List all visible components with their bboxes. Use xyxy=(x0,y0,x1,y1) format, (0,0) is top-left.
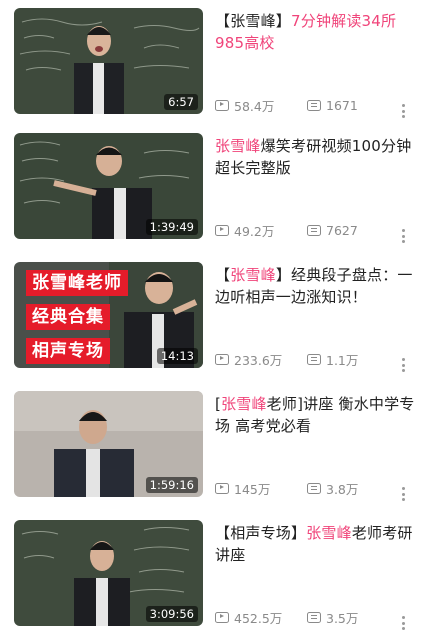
view-count: 233.6万 xyxy=(234,352,283,368)
video-duration: 6:57 xyxy=(164,94,198,110)
more-vertical-icon[interactable] xyxy=(398,229,408,247)
video-meta: 58.4万 1671 xyxy=(215,96,415,114)
view-count: 49.2万 xyxy=(234,223,275,239)
thumbnail-tag: 张雪峰老师 xyxy=(26,270,128,296)
danmaku-count-icon xyxy=(307,482,321,494)
video-duration: 1:39:49 xyxy=(145,219,198,235)
video-thumbnail[interactable]: 3:09:56 xyxy=(14,520,203,626)
video-title[interactable]: 张雪峰爆笑考研视频100分钟超长完整版 xyxy=(215,135,415,179)
more-vertical-icon[interactable] xyxy=(398,104,408,122)
video-title[interactable]: 【相声专场】张雪峰老师考研讲座 xyxy=(215,522,415,566)
play-count-icon xyxy=(215,482,229,494)
video-title[interactable]: 【张雪峰】经典段子盘点：一边听相声一边涨知识！ xyxy=(215,264,415,308)
video-duration: 1:59:16 xyxy=(145,477,198,493)
video-item[interactable]: 1:59:16 [张雪峰老师]讲座 衡水中学专场 高考党必看 145万 3.8万 xyxy=(0,391,425,513)
video-title[interactable]: 【张雪峰】7分钟解读34所985高校 xyxy=(215,10,415,54)
view-count: 145万 xyxy=(234,481,271,497)
play-count-icon xyxy=(215,611,229,623)
video-item[interactable]: 6:57 【张雪峰】7分钟解读34所985高校 58.4万 1671 xyxy=(0,8,425,130)
play-count-icon xyxy=(215,353,229,365)
danmaku-count: 3.5万 xyxy=(326,610,359,626)
thumbnail-tag: 经典合集 xyxy=(26,304,110,330)
video-meta: 49.2万 7627 xyxy=(215,221,415,239)
video-item[interactable]: 张雪峰老师 经典合集 相声专场 14:13 【张雪峰】经典段子盘点：一边听相声一… xyxy=(0,262,425,384)
danmaku-count: 1671 xyxy=(326,97,358,113)
danmaku-count-icon xyxy=(307,611,321,623)
danmaku-count-icon xyxy=(307,99,321,111)
video-duration: 14:13 xyxy=(156,348,198,364)
video-title[interactable]: [张雪峰老师]讲座 衡水中学专场 高考党必看 xyxy=(215,393,415,437)
more-vertical-icon[interactable] xyxy=(398,358,408,376)
more-vertical-icon[interactable] xyxy=(398,487,408,505)
view-count: 58.4万 xyxy=(234,98,275,114)
danmaku-count: 3.8万 xyxy=(326,481,359,497)
danmaku-count-icon xyxy=(307,224,321,236)
view-count: 452.5万 xyxy=(234,610,283,626)
thumbnail-tag: 相声专场 xyxy=(26,338,110,364)
video-meta: 145万 3.8万 xyxy=(215,479,415,497)
danmaku-count: 7627 xyxy=(326,222,358,238)
more-vertical-icon[interactable] xyxy=(398,616,408,634)
video-meta: 452.5万 3.5万 xyxy=(215,608,415,626)
play-count-icon xyxy=(215,99,229,111)
video-duration: 3:09:56 xyxy=(145,606,198,622)
play-count-icon xyxy=(215,224,229,236)
video-thumbnail[interactable]: 1:39:49 xyxy=(14,133,203,239)
danmaku-count-icon xyxy=(307,353,321,365)
video-meta: 233.6万 1.1万 xyxy=(215,350,415,368)
video-thumbnail[interactable]: 1:59:16 xyxy=(14,391,203,497)
video-thumbnail[interactable]: 6:57 xyxy=(14,8,203,114)
danmaku-count: 1.1万 xyxy=(326,352,359,368)
video-thumbnail[interactable]: 张雪峰老师 经典合集 相声专场 14:13 xyxy=(14,262,203,368)
video-item[interactable]: 3:09:56 【相声专场】张雪峰老师考研讲座 452.5万 3.5万 xyxy=(0,520,425,642)
video-item[interactable]: 1:39:49 张雪峰爆笑考研视频100分钟超长完整版 49.2万 7627 xyxy=(0,133,425,255)
